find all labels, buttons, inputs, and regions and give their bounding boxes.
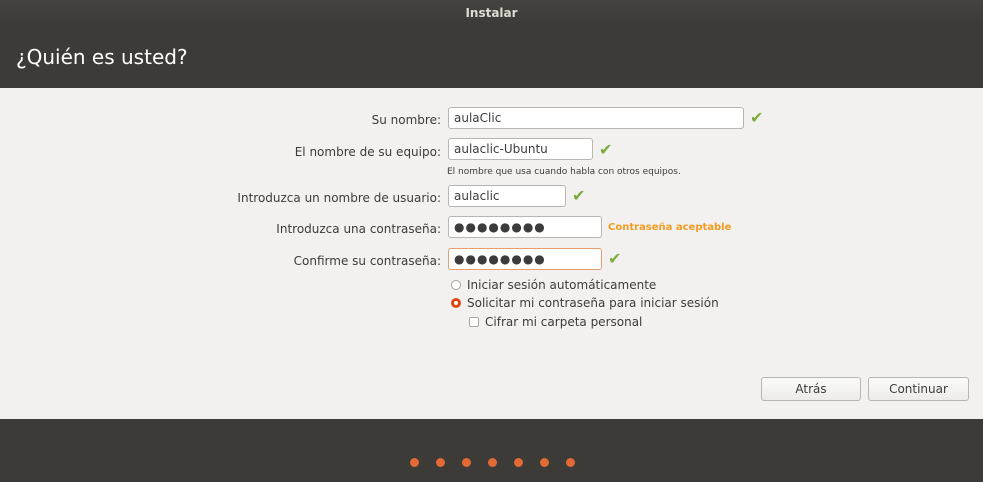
name-field[interactable]: aulaClic [448,107,744,129]
window-title: Instalar [0,0,983,27]
progress-dots [410,458,575,467]
encrypt-home-option[interactable]: Cifrar mi carpeta personal [469,315,642,329]
computer-hint: El nombre que usa cuando habla con otros… [447,167,681,177]
confirm-check-icon: ✔ [608,249,622,268]
login-password-option[interactable]: Solicitar mi contraseña para iniciar ses… [451,296,719,310]
continue-button[interactable]: Continuar [868,377,969,401]
progress-dot [410,458,419,467]
radio-selected-icon[interactable] [451,298,461,308]
progress-dot [566,458,575,467]
password-label: Introduzca una contraseña: [276,222,441,236]
computer-field[interactable]: aulaclic-Ubuntu [448,138,593,160]
password-field[interactable]: ●●●●●●●● [448,216,602,238]
name-label: Su nombre: [371,113,441,127]
confirm-label: Confirme su contraseña: [293,254,441,268]
username-field[interactable]: aulaclic [448,185,566,207]
password-strength: Contraseña aceptable [608,222,732,233]
progress-dot [462,458,471,467]
username-check-icon: ✔ [572,186,586,205]
username-label: Introduzca un nombre de usuario: [237,191,441,205]
progress-dot [436,458,445,467]
computer-label: El nombre de su equipo: [294,145,441,159]
page-title: ¿Quién es usted? [16,45,188,69]
page-header: ¿Quién es usted? [0,27,983,88]
progress-dot [488,458,497,467]
encrypt-home-label: Cifrar mi carpeta personal [485,315,643,329]
login-password-label: Solicitar mi contraseña para iniciar ses… [467,296,719,310]
login-auto-label: Iniciar sesión automáticamente [467,278,657,292]
computer-check-icon: ✔ [599,140,613,159]
login-auto-option[interactable]: Iniciar sesión automáticamente [451,278,656,292]
footer-bar [0,419,983,482]
radio-icon[interactable] [451,280,461,290]
name-check-icon: ✔ [750,108,764,127]
checkbox-icon[interactable] [469,317,479,327]
progress-dot [514,458,523,467]
progress-dot [540,458,549,467]
back-button[interactable]: Atrás [761,377,861,401]
confirm-password-field[interactable]: ●●●●●●●● [448,248,602,270]
